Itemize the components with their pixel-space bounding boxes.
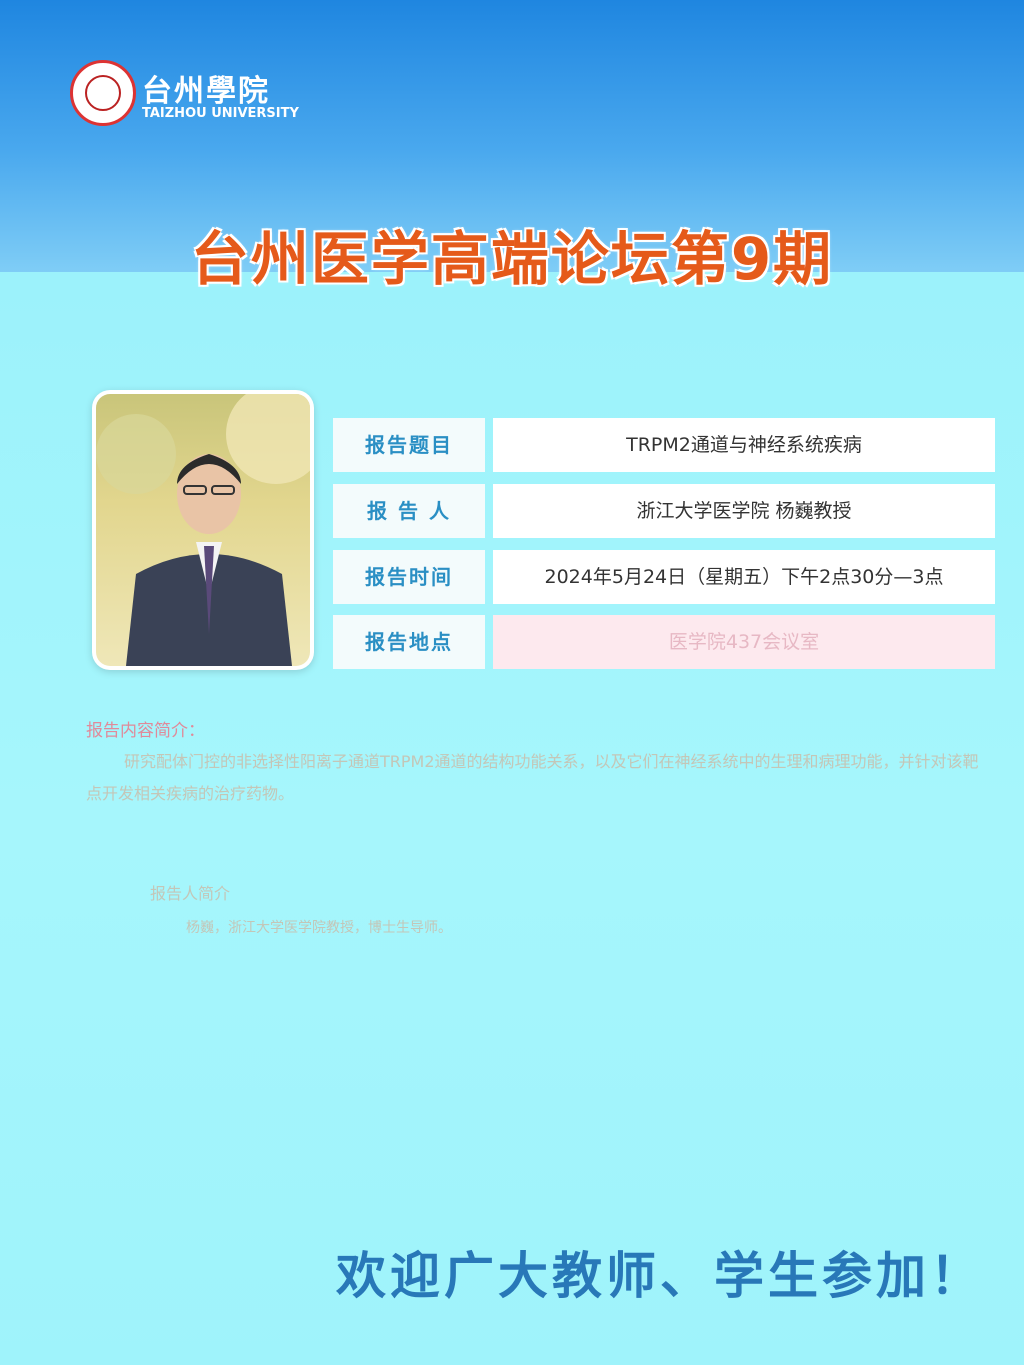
info-value-time: 2024年5月24日（星期五）下午2点30分—3点 <box>493 550 995 604</box>
content-heading: 报告内容简介： <box>86 721 205 741</box>
bio-heading: 报告人简介 <box>150 884 231 903</box>
info-label-location: 报告地点 <box>333 615 485 669</box>
speaker-photo <box>96 394 310 666</box>
university-seal-logo <box>70 60 136 126</box>
info-row-speaker: 报 告 人 浙江大学医学院 杨巍教授 <box>333 484 995 538</box>
speaker-portrait-illustration <box>96 394 310 666</box>
poster-title: 台州医学高端论坛第9期 <box>190 225 834 293</box>
info-row-topic: 报告题目 TRPM2通道与神经系统疾病 <box>333 418 995 472</box>
info-value-speaker: 浙江大学医学院 杨巍教授 <box>493 484 995 538</box>
university-name-cn: 台州學院 <box>142 74 270 109</box>
info-label-speaker: 报 告 人 <box>333 484 485 538</box>
info-label-time: 报告时间 <box>333 550 485 604</box>
info-value-location: 医学院437会议室 <box>493 615 995 669</box>
info-row-location: 报告地点 医学院437会议室 <box>333 615 995 669</box>
info-label-topic: 报告题目 <box>333 418 485 472</box>
seal-inner-ring <box>85 75 121 111</box>
info-value-topic: TRPM2通道与神经系统疾病 <box>493 418 995 472</box>
university-name-en: TAIZHOU UNIVERSITY <box>142 106 299 121</box>
bio-paragraph: 杨巍，浙江大学医学院教授，博士生导师。 <box>186 920 452 936</box>
welcome-banner: 欢迎广大教师、学生参加！ <box>336 1247 984 1305</box>
content-paragraph: 研究配体门控的非选择性阳离子通道TRPM2通道的结构功能关系，以及它们在神经系统… <box>86 752 979 803</box>
speaker-photo-frame <box>92 390 314 670</box>
info-row-time: 报告时间 2024年5月24日（星期五）下午2点30分—3点 <box>333 550 995 604</box>
